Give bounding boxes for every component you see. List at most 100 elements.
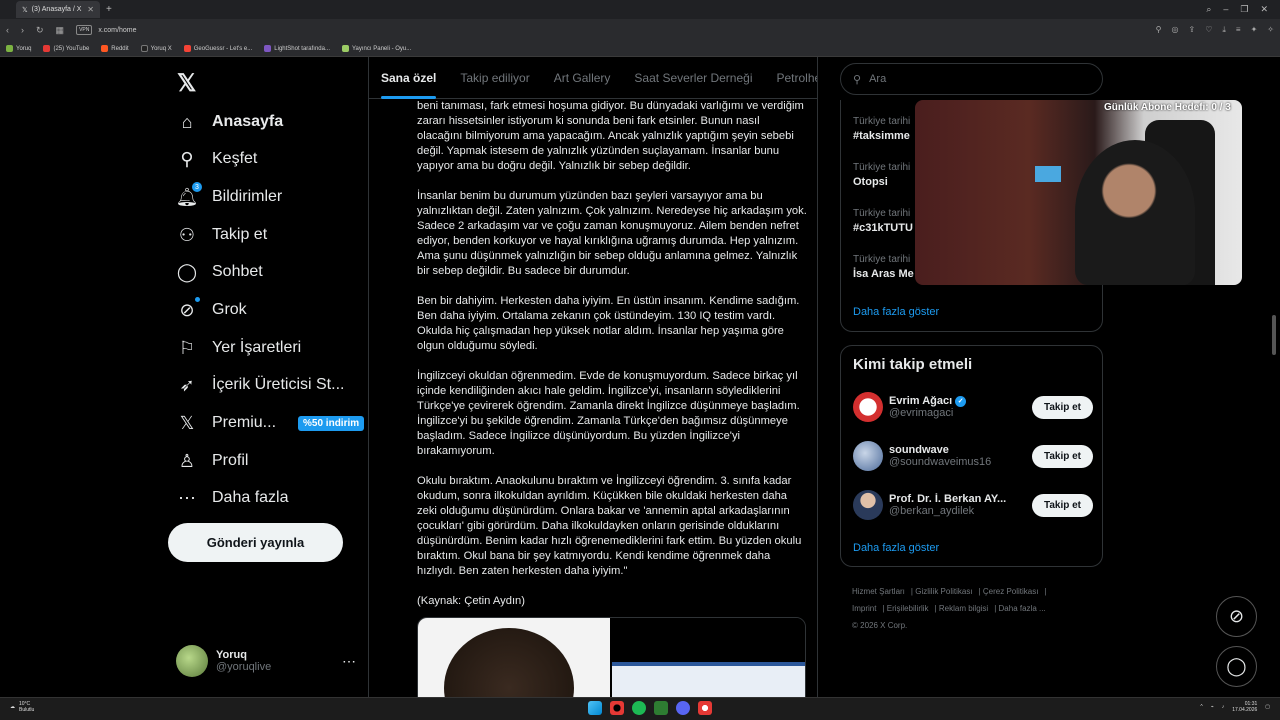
- back-icon[interactable]: ‹: [6, 25, 9, 35]
- camera-icon[interactable]: ◎: [1172, 25, 1179, 35]
- trend-item[interactable]: Türkiye tarihi Otopsi: [853, 162, 910, 188]
- maximize-icon[interactable]: ❐: [1240, 4, 1248, 15]
- tab-following[interactable]: Takip ediliyor: [460, 57, 529, 99]
- ai-icon[interactable]: ✧: [1267, 25, 1274, 35]
- show-more-follow-link[interactable]: Daha fazla göster: [853, 542, 939, 554]
- spotify-icon[interactable]: [632, 701, 646, 715]
- opera-icon[interactable]: [610, 701, 624, 715]
- minimize-icon[interactable]: –: [1223, 4, 1228, 15]
- footer-link[interactable]: Imprint: [852, 604, 876, 613]
- nav-item-creator-studio[interactable]: ➶ İçerik Üreticisi St...: [176, 372, 344, 398]
- nav-item-more[interactable]: ⋯ Daha fazla: [176, 485, 289, 511]
- messages-fab-icon[interactable]: ◯: [1216, 646, 1257, 687]
- nav-item-explore[interactable]: ⚲ Keşfet: [176, 146, 257, 172]
- app-icon[interactable]: [654, 701, 668, 715]
- new-tab-icon[interactable]: +: [106, 4, 112, 15]
- menu-icon[interactable]: ≡: [1236, 25, 1241, 35]
- tab-petrolheads[interactable]: Petrolhea: [776, 57, 817, 99]
- volume-icon[interactable]: ♪: [1222, 704, 1225, 710]
- nav-item-notifications[interactable]: 🔔︎ 3 Bildirimler: [176, 182, 282, 210]
- avatar: [176, 645, 208, 677]
- close-icon[interactable]: ✕: [87, 5, 94, 14]
- webcam-tv: [1035, 166, 1061, 182]
- scrollbar[interactable]: [1272, 315, 1276, 355]
- footer-link[interactable]: Gizlilik Politikası: [915, 587, 972, 596]
- nav-label: Sohbet: [212, 263, 263, 280]
- trend-item[interactable]: Türkiye tarihi #taksimme: [853, 116, 910, 142]
- account-switcher[interactable]: Yoruq @yoruqlive ⋯: [176, 645, 356, 677]
- reload-icon[interactable]: ↻: [36, 25, 44, 36]
- follow-button[interactable]: Takip et: [1031, 444, 1093, 468]
- trend-item[interactable]: Türkiye tarihi #c31kTUTU: [853, 208, 913, 234]
- nav-item-follow[interactable]: ⚇ Takip et: [176, 222, 267, 248]
- footer-link[interactable]: Hizmet Şartları: [852, 587, 905, 596]
- bookmark-item[interactable]: Yayıncı Paneli - Oyu...: [342, 45, 411, 52]
- download-icon[interactable]: ⤓: [1222, 25, 1226, 35]
- show-more-trends-link[interactable]: Daha fazla göster: [853, 306, 939, 318]
- nav-item-premium[interactable]: 𝕏 Premiu... %50 indirim: [176, 410, 365, 436]
- search-input[interactable]: ⚲ Ara: [840, 63, 1103, 95]
- bookmark-item[interactable]: GeoGuessr - Let's e...: [183, 45, 252, 52]
- footer-link[interactable]: Daha fazla ...: [999, 604, 1046, 613]
- nav-item-profile[interactable]: ♙ Profil: [176, 448, 249, 474]
- nav-item-bookmarks[interactable]: ⚐ Yer İşaretleri: [176, 335, 301, 361]
- grid-icon[interactable]: ▦: [56, 25, 65, 36]
- suggested-account[interactable]: soundwave @soundwaveimus16 Takip et: [853, 439, 1093, 473]
- close-window-icon[interactable]: ✕: [1260, 4, 1268, 15]
- grok-fab-icon[interactable]: ⊘: [1216, 596, 1257, 637]
- bookmarks-bar: Yoruq (25) YouTube Reddit Yoruq X GeoGue…: [0, 41, 1280, 57]
- bookmark-item[interactable]: Reddit: [101, 45, 129, 52]
- follow-button[interactable]: Takip et: [1031, 395, 1093, 419]
- more-options-icon[interactable]: ⋯: [342, 653, 356, 670]
- search-icon[interactable]: ⌕: [1206, 4, 1211, 15]
- trend-item[interactable]: Türkiye tarihi İsa Aras Me: [853, 254, 914, 280]
- obs-icon[interactable]: [698, 701, 712, 715]
- nav-item-grok[interactable]: ⊘ Grok: [176, 297, 247, 323]
- clock[interactable]: 01:31 17.04.2026: [1232, 701, 1257, 713]
- bookmark-item[interactable]: (25) YouTube: [43, 45, 89, 52]
- x-logo-icon[interactable]: 𝕏: [177, 69, 196, 98]
- network-icon[interactable]: ⌁: [1211, 704, 1214, 710]
- share-icon[interactable]: ⇪: [1189, 25, 1196, 35]
- profile-info: Yoruq @yoruqlive: [216, 649, 271, 673]
- search-placeholder: Ara: [869, 73, 887, 85]
- footer-link[interactable]: Reklam bilgisi: [939, 604, 988, 613]
- bookmark-item[interactable]: LightShot tarafında...: [264, 45, 330, 52]
- tray-expand-icon[interactable]: ^: [1200, 704, 1202, 710]
- post-button[interactable]: Gönderi yayınla: [168, 523, 343, 562]
- weather-condition: Bulutlu: [19, 707, 35, 713]
- tab-watch-lovers[interactable]: Saat Severler Derneği: [634, 57, 752, 99]
- trend-meta: Türkiye tarihi: [853, 254, 911, 265]
- nav-item-home[interactable]: ⌂ Anasayfa: [176, 109, 284, 135]
- suggested-account[interactable]: Evrim Ağacı ✓ @evrimagaci Takip et: [853, 390, 1093, 424]
- url-text[interactable]: x.com/home: [98, 27, 136, 34]
- tab-art-gallery[interactable]: Art Gallery: [554, 57, 611, 99]
- bookmark-item[interactable]: Yoruq X: [140, 45, 172, 52]
- post-media[interactable]: [417, 617, 806, 697]
- suggested-account[interactable]: Prof. Dr. İ. Berkan AY... @berkan_aydile…: [853, 488, 1093, 522]
- discord-icon[interactable]: [676, 701, 690, 715]
- follow-button[interactable]: Takip et: [1031, 493, 1093, 517]
- media-image-screenshot[interactable]: [612, 618, 805, 697]
- media-image-portrait[interactable]: [418, 618, 610, 697]
- profile-name: Yoruq: [216, 649, 247, 661]
- heart-icon[interactable]: ♡: [1205, 25, 1212, 35]
- vpn-badge[interactable]: VPN: [76, 25, 93, 35]
- browser-tab[interactable]: 𝕏 (3) Anasayfa / X ✕: [16, 1, 100, 18]
- bookmark-item[interactable]: Yoruq: [6, 45, 31, 52]
- lightshot-icon: [264, 45, 272, 52]
- nav-item-chat[interactable]: ◯ Sohbet: [176, 259, 263, 285]
- zoom-icon[interactable]: ⚲: [1156, 25, 1162, 35]
- tab-for-you[interactable]: Sana özel: [381, 57, 437, 99]
- forward-icon[interactable]: ›: [21, 25, 24, 35]
- chat-icon: ◯: [176, 261, 198, 282]
- footer-link[interactable]: Erişilebilirlik: [887, 604, 929, 613]
- post-paragraph: beni tanıması, fark etmesi hoşuma gidiyo…: [417, 100, 804, 172]
- windows-start-icon[interactable]: [588, 701, 602, 715]
- address-bar[interactable]: VPN x.com/home: [76, 25, 136, 35]
- extension-icon[interactable]: ✦: [1251, 25, 1258, 35]
- footer-link[interactable]: Çerez Politikası: [983, 587, 1039, 596]
- weather-widget[interactable]: ☁ 10°C Bulutlu: [10, 701, 34, 713]
- notifications-icon[interactable]: ▢: [1265, 704, 1270, 710]
- taskbar: ☁ 10°C Bulutlu ^ ⌁ ♪ 01:31 17.04.2026 ▢: [0, 697, 1280, 720]
